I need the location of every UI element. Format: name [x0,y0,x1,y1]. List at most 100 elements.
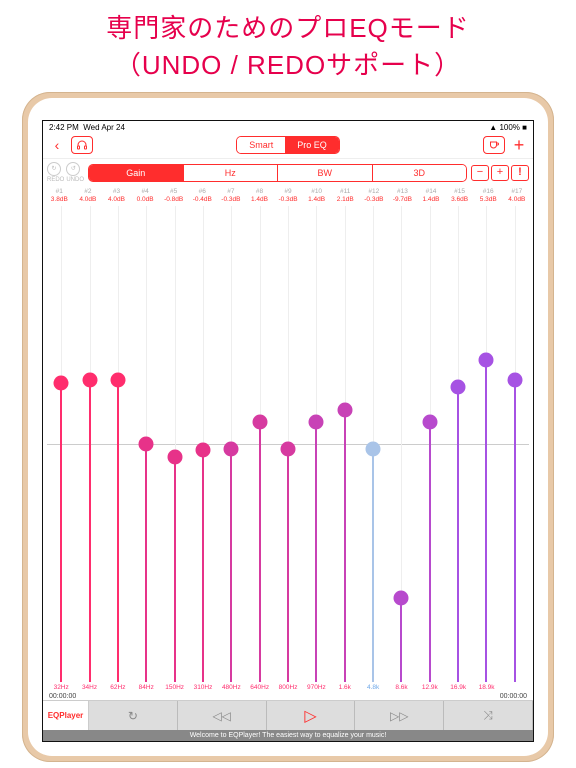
slider-stem [400,598,402,682]
freq-label: 32Hz [47,684,75,691]
freq-label: 4.8k [359,684,387,691]
add-button[interactable]: + [511,137,527,153]
redo-undo-group: ↻REDO ↺UNDO [47,162,84,183]
band-gain-value: -9.7dB [388,196,417,204]
slider-knob[interactable] [195,443,210,458]
status-right: ▲ 100% ■ [489,123,527,132]
zoom-group: − + ! [471,165,529,181]
brand-label: EQPlayer [43,701,89,730]
play-button[interactable]: ▷ [267,701,356,730]
tablet-bezel: 2:42 PM Wed Apr 24 ▲ 100% ■ ‹ Smart [28,98,548,756]
slider-knob[interactable] [82,373,97,388]
band-header-col: #165.3dB [474,188,503,204]
battery-icon: ■ [522,123,527,132]
band-header-col: #153.6dB [445,188,474,204]
band-gain-value: -0.3dB [360,196,389,204]
slider-knob[interactable] [422,414,437,429]
repeat-button[interactable]: ↻ [89,701,178,730]
slider-knob[interactable] [366,441,381,456]
promo-line2: （UNDO / REDOサポート） [0,45,576,82]
band-gain-value: 1.4dB [245,196,274,204]
slider-knob[interactable] [394,590,409,605]
slider-stem [202,450,204,682]
param-segment: Gain Hz BW 3D [88,164,467,182]
band-header-col: #34.0dB [102,188,131,204]
tab-3d[interactable]: 3D [373,165,467,181]
slider-stem [344,410,346,682]
slider-knob[interactable] [139,436,154,451]
redo-button[interactable]: ↻REDO [47,162,64,183]
zoom-in-button[interactable]: + [491,165,509,181]
promo-header: 専門家のためのプロEQモード （UNDO / REDOサポート） [0,0,576,86]
back-button[interactable]: ‹ [49,137,65,153]
band-header-col: #6-0.4dB [188,188,217,204]
freq-label [501,684,529,691]
band-num: #4 [131,188,160,196]
time-total: 00:00:00 [500,693,527,700]
band-gain-value: 4.0dB [74,196,103,204]
status-battery: 100% [499,123,519,132]
band-gain-value: 5.3dB [474,196,503,204]
slider-knob[interactable] [224,441,239,456]
band-header-col: #7-0.3dB [217,188,246,204]
tab-bw[interactable]: BW [278,165,373,181]
alert-button[interactable]: ! [511,165,529,181]
slider-knob[interactable] [281,441,296,456]
band-header-col: #24.0dB [74,188,103,204]
slider-stem [315,422,317,682]
tab-hz[interactable]: Hz [184,165,279,181]
band-gain-value: 1.4dB [302,196,331,204]
prev-button[interactable]: ◁◁ [178,701,267,730]
freq-label: 970Hz [302,684,330,691]
undo-button[interactable]: ↺UNDO [66,162,84,183]
slider-stem [60,383,62,682]
zoom-out-button[interactable]: − [471,165,489,181]
mode-segment: Smart Pro EQ [236,136,340,154]
tab-gain[interactable]: Gain [89,165,184,181]
band-header-col: #13-9.7dB [388,188,417,204]
band-gain-value: 1.4dB [417,196,446,204]
freq-label: 18.9k [472,684,500,691]
promo-line1: 専門家のためのプロEQモード [0,8,576,45]
band-gain-value: -0.4dB [188,196,217,204]
band-gain-value: 0.0dB [131,196,160,204]
freq-label: 12.9k [416,684,444,691]
freq-label: 84Hz [132,684,160,691]
slider-knob[interactable] [309,414,324,429]
band-gain-value: 2.1dB [331,196,360,204]
screen: 2:42 PM Wed Apr 24 ▲ 100% ■ ‹ Smart [42,120,534,742]
band-gain-value: 4.0dB [503,196,532,204]
slider-knob[interactable] [507,373,522,388]
band-num: #5 [159,188,188,196]
slider-knob[interactable] [337,403,352,418]
band-num: #11 [331,188,360,196]
band-gain-value: -0.3dB [217,196,246,204]
slider-knob[interactable] [451,379,466,394]
slider-knob[interactable] [54,376,69,391]
mode-smart[interactable]: Smart [237,137,285,153]
status-left: 2:42 PM Wed Apr 24 [49,123,125,132]
slider-knob[interactable] [252,414,267,429]
band-header-col: #174.0dB [503,188,532,204]
band-header-col: #101.4dB [302,188,331,204]
band-header-row: #13.8dB#24.0dB#34.0dB#40.0dB#5-0.8dB#6-0… [43,186,533,204]
band-num: #10 [302,188,331,196]
slider-stem [485,360,487,682]
slider-knob[interactable] [479,352,494,367]
band-header-col: #13.8dB [45,188,74,204]
band-header-col: #9-0.3dB [274,188,303,204]
next-button[interactable]: ▷▷ [355,701,444,730]
time-row: 00:00:00 00:00:00 [43,693,533,700]
status-bar: 2:42 PM Wed Apr 24 ▲ 100% ■ [43,121,533,134]
slider-knob[interactable] [110,373,125,388]
slider-knob[interactable] [167,449,182,464]
band-gain-value: 4.0dB [102,196,131,204]
band-num: #3 [102,188,131,196]
mode-pro-eq[interactable]: Pro EQ [285,137,339,153]
slider-stem [174,457,176,683]
slider-stem [230,449,232,682]
freq-label: 640Hz [246,684,274,691]
shuffle-button[interactable]: ⤨ [444,701,533,730]
headphones-button[interactable] [71,136,93,154]
cup-button[interactable] [483,136,505,154]
